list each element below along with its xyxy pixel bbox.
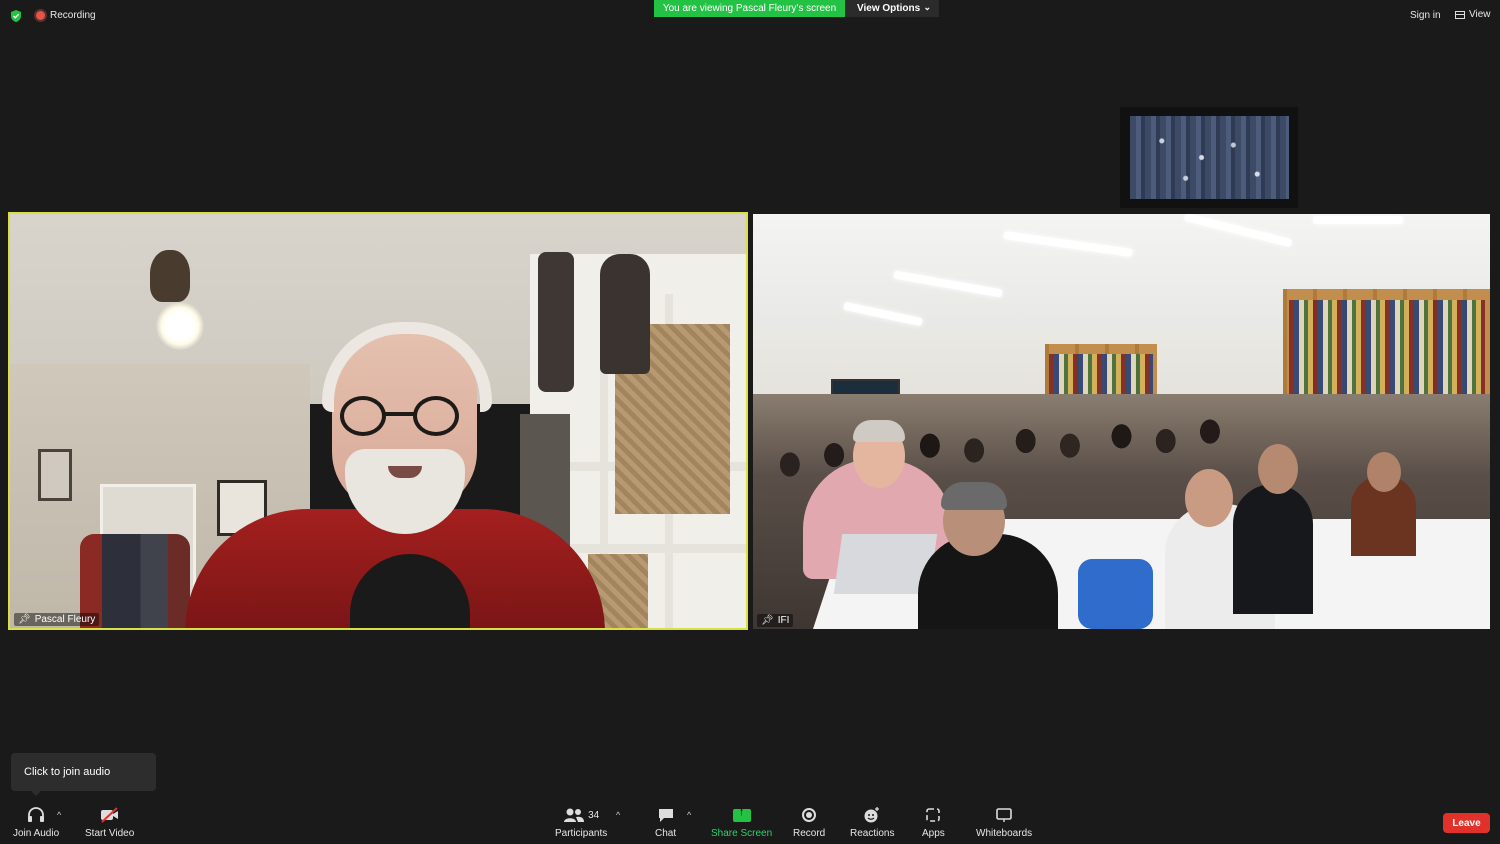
chat-icon: [658, 809, 673, 822]
view-button[interactable]: View: [1455, 9, 1491, 20]
share-screen-icon: [732, 806, 751, 822]
view-options-label: View Options: [857, 3, 921, 14]
leave-label: Leave: [1452, 817, 1481, 829]
participant-name-tag: 📌︎ IFI: [757, 614, 794, 627]
apps-label: Apps: [922, 828, 945, 839]
participants-button[interactable]: 34 Participants: [555, 804, 607, 839]
video-lamp: [150, 250, 190, 302]
audience-person-head: [1258, 444, 1298, 494]
participant-name: IFI: [777, 615, 790, 626]
video-vase: [538, 252, 574, 392]
audience-person-hair: [941, 482, 1007, 510]
viewing-screen-banner-text: You are viewing Pascal Fleury's screen: [662, 3, 837, 14]
audio-options-caret-icon[interactable]: ^: [57, 810, 61, 820]
participant-name: Pascal Fleury: [34, 614, 96, 625]
reactions-label: Reactions: [850, 828, 895, 839]
chat-options-caret-icon[interactable]: ^: [687, 810, 691, 820]
view-layout-icon: [1455, 10, 1465, 19]
video-statue: [600, 254, 650, 374]
recording-label: Recording: [50, 10, 96, 21]
join-audio-button[interactable]: Join Audio: [13, 804, 59, 839]
participants-icon: [564, 808, 585, 822]
chat-label: Chat: [655, 828, 677, 839]
participants-options-caret-icon[interactable]: ^: [616, 810, 620, 820]
video-person-glasses-bridge: [382, 412, 416, 416]
audience-person-hair: [853, 420, 905, 442]
leave-button[interactable]: Leave: [1443, 813, 1490, 833]
video-picture-frame: [38, 449, 72, 501]
join-audio-label: Join Audio: [13, 828, 60, 839]
video-tile-ifi[interactable]: 📌︎ IFI: [753, 214, 1490, 629]
audience-person-head: [1185, 469, 1233, 527]
participant-name-tag: 📌︎ Pascal Fleury: [14, 613, 100, 626]
start-video-label: Start Video: [85, 828, 135, 839]
audience-person-head: [1367, 452, 1401, 492]
view-options-button[interactable]: View Options ⌄: [845, 0, 939, 17]
record-button[interactable]: Record: [793, 804, 825, 839]
sign-in-link[interactable]: Sign in: [1410, 10, 1441, 21]
reactions-smiley-icon: [864, 807, 880, 823]
participants-label: Participants: [555, 828, 608, 839]
video-person-glasses: [340, 396, 386, 436]
video-off-icon: [100, 807, 118, 823]
tooltip-arrow: [30, 790, 42, 796]
join-audio-tooltip: Click to join audio: [11, 753, 156, 791]
whiteboards-button[interactable]: Whiteboards: [976, 804, 1032, 839]
share-screen-button[interactable]: Share Screen: [711, 804, 773, 840]
chat-button[interactable]: Chat: [655, 804, 676, 839]
start-video-button[interactable]: Start Video: [85, 804, 134, 839]
shared-screen-thumbnail[interactable]: [1130, 116, 1289, 199]
video-tile-pascal-fleury[interactable]: 📌︎ Pascal Fleury: [8, 212, 748, 630]
audience-person: [1233, 484, 1313, 614]
reactions-button[interactable]: Reactions: [850, 804, 894, 839]
share-screen-label: Share Screen: [711, 828, 773, 839]
apps-button[interactable]: Apps: [922, 804, 945, 839]
video-person-glasses: [413, 396, 459, 436]
pin-icon: 📌︎: [18, 614, 31, 625]
recording-indicator-icon: [36, 11, 45, 20]
ceiling-light: [1313, 216, 1403, 224]
pin-icon: 📌︎: [761, 615, 774, 626]
headphones-icon: [28, 807, 45, 822]
chevron-down-icon: ⌄: [923, 2, 931, 12]
record-icon: [802, 808, 817, 822]
security-shield-icon[interactable]: [9, 9, 23, 23]
blue-chair: [1078, 559, 1153, 629]
whiteboards-label: Whiteboards: [976, 828, 1033, 839]
view-label: View: [1469, 9, 1491, 20]
record-label: Record: [793, 828, 826, 839]
video-light-bulb: [156, 302, 204, 350]
viewing-screen-banner: You are viewing Pascal Fleury's screen: [654, 0, 845, 17]
participants-count: 34: [588, 809, 600, 821]
join-audio-tooltip-text: Click to join audio: [24, 766, 111, 778]
whiteboard-icon: [996, 808, 1012, 822]
apps-icon: [926, 808, 941, 822]
